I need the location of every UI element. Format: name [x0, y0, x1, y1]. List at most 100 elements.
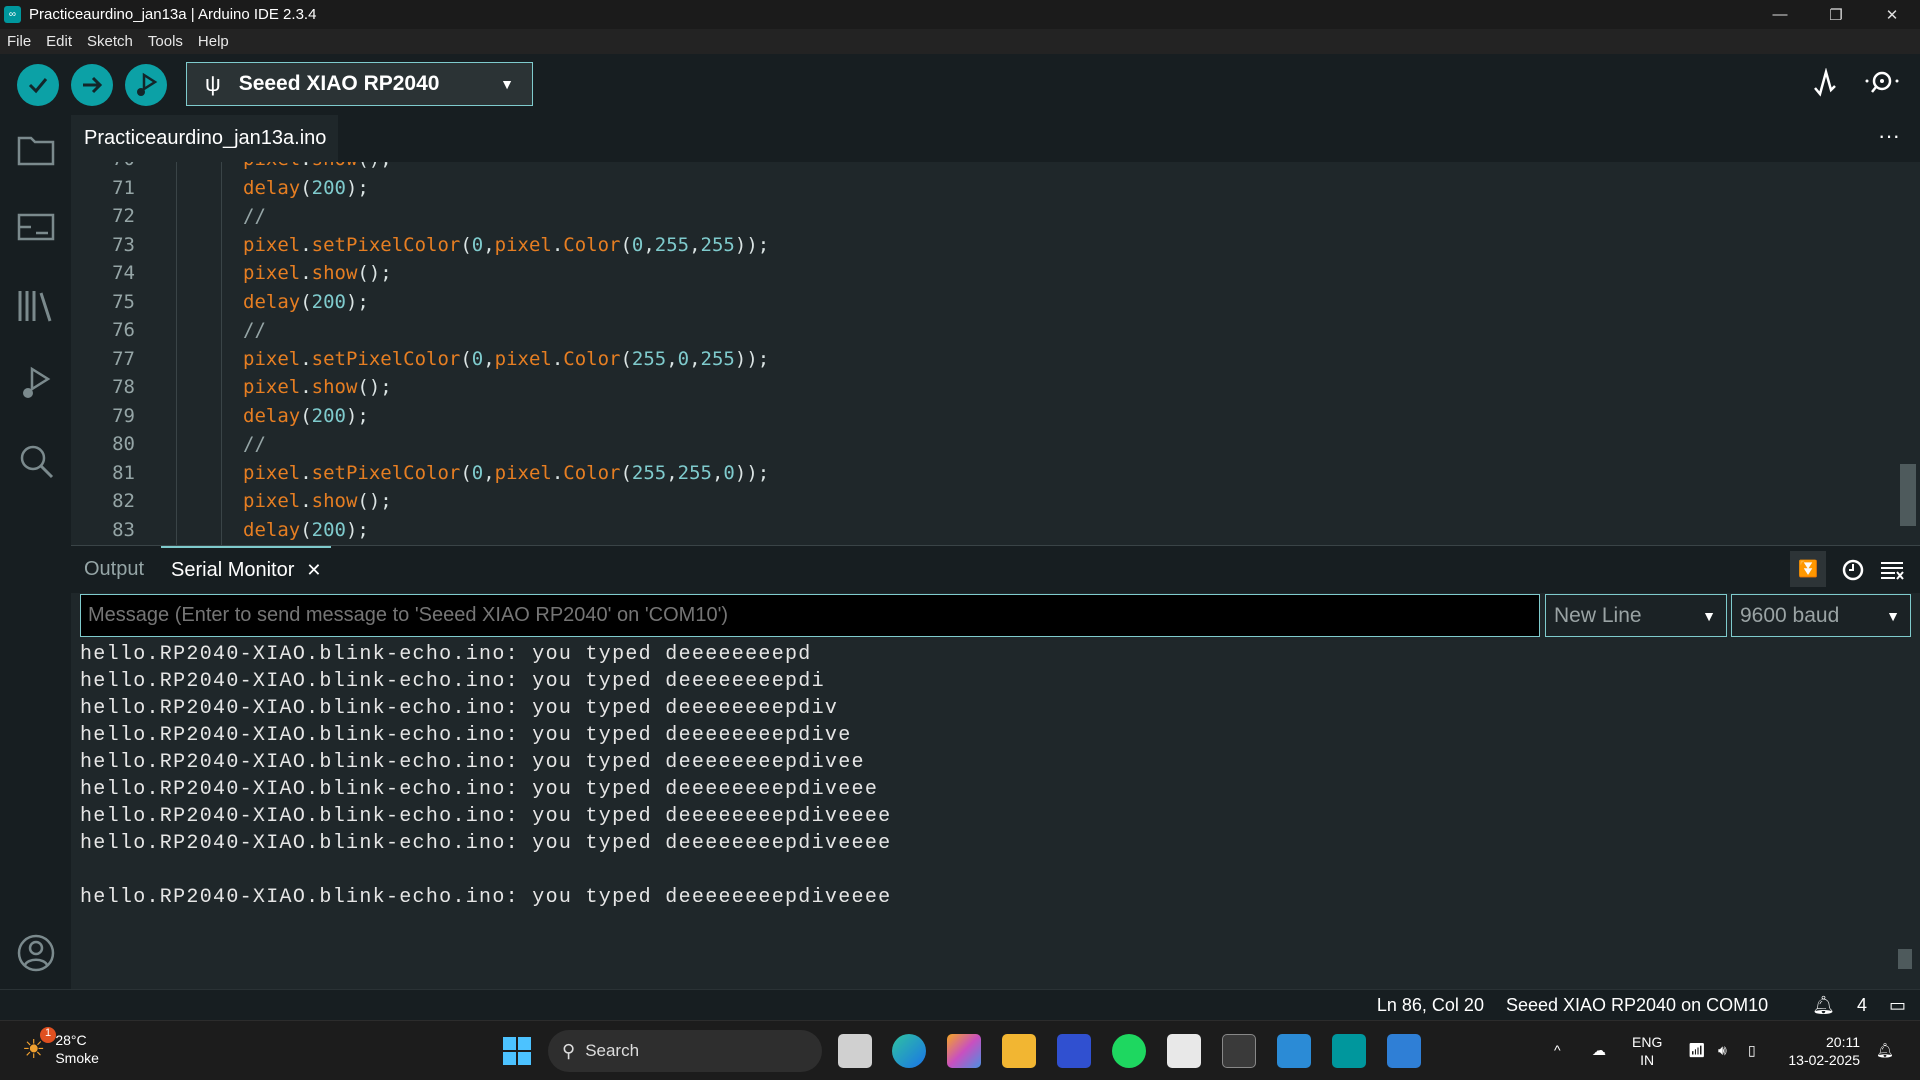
- serial-line: [80, 857, 891, 884]
- code-line: 73 pixel.setPixelColor(0,pixel.Color(0,25…: [71, 231, 1871, 259]
- code-line: 76 //: [71, 316, 1871, 344]
- tab-output[interactable]: Output: [84, 546, 144, 593]
- menu-help[interactable]: Help: [198, 33, 229, 50]
- minimize-button[interactable]: —: [1752, 0, 1808, 29]
- double-chevron-down-icon: ⏬: [1798, 561, 1818, 578]
- serial-line: hello.RP2040-XIAO.blink-echo.ino: you ty…: [80, 697, 839, 720]
- time: 20:11: [1826, 1034, 1860, 1050]
- board-port-status[interactable]: Seeed XIAO RP2040 on COM10: [1506, 995, 1768, 1016]
- menu-sketch[interactable]: Sketch: [87, 33, 133, 50]
- autoscroll-toggle[interactable]: ⏬: [1790, 551, 1826, 587]
- verify-button[interactable]: [17, 64, 59, 106]
- editor-tabs: Practiceaurdino_jan13a.ino ···: [71, 115, 1920, 162]
- line-number: 77: [112, 348, 135, 370]
- folder-icon[interactable]: [16, 130, 56, 170]
- baud-rate-select[interactable]: 9600 baud ▼: [1731, 594, 1911, 637]
- taskbar-search[interactable]: ⚲ Search: [548, 1030, 822, 1072]
- serial-monitor-icon[interactable]: [1862, 68, 1902, 98]
- code-text: //: [243, 319, 266, 341]
- file-explorer-icon[interactable]: [1002, 1034, 1036, 1068]
- copilot-icon[interactable]: [947, 1034, 981, 1068]
- board-selector[interactable]: ψ Seeed XIAO RP2040 ▼: [186, 62, 533, 106]
- code-editor[interactable]: 70 pixel.show(); 71 delay(200); 72 // 73 pixel.…: [71, 162, 1920, 545]
- line-number: 70: [71, 162, 135, 173]
- windows-start-icon[interactable]: [503, 1037, 531, 1065]
- photos-icon[interactable]: [1387, 1034, 1421, 1068]
- weather-widget[interactable]: ☀ 1 28°C Smoke: [22, 1027, 99, 1067]
- toggle-panel-icon[interactable]: ▭: [1889, 995, 1906, 1016]
- debug-button[interactable]: [125, 64, 167, 106]
- line-ending-select[interactable]: New Line ▼: [1545, 594, 1727, 637]
- profile-icon[interactable]: [16, 933, 56, 973]
- search-label: Search: [585, 1041, 640, 1060]
- clock[interactable]: 20:11 13-02-2025: [1784, 1033, 1860, 1069]
- bottom-panel: Output Serial Monitor ✕ ⏬ New Line ▼ 960…: [71, 545, 1920, 989]
- terminal-icon[interactable]: [1222, 1034, 1256, 1068]
- debug-icon[interactable]: [16, 363, 56, 403]
- menu-tools[interactable]: Tools: [148, 33, 183, 50]
- library-icon[interactable]: [16, 285, 56, 325]
- code-line: 82 pixel.show();: [71, 487, 1871, 515]
- microsoft-store-icon[interactable]: [1167, 1034, 1201, 1068]
- code-text: pixel.setPixelColor(0,pixel.Color(255,25…: [243, 462, 770, 484]
- serial-message-input[interactable]: [80, 594, 1540, 637]
- code-line: 78 pixel.show();: [71, 373, 1871, 401]
- notification-center-icon[interactable]: 🔔︎: [1876, 1041, 1894, 1059]
- menu-file[interactable]: File: [7, 33, 31, 50]
- serial-output: hello.RP2040-XIAO.blink-echo.ino: you ty…: [80, 641, 891, 911]
- tab-serial-monitor[interactable]: Serial Monitor ✕: [161, 546, 332, 593]
- serial-plotter-icon[interactable]: [1812, 68, 1842, 98]
- tab-sketch-file[interactable]: Practiceaurdino_jan13a.ino: [71, 115, 338, 162]
- edge-icon[interactable]: [892, 1034, 926, 1068]
- search-icon[interactable]: [16, 441, 56, 481]
- code-text: pixel.show();: [243, 262, 392, 284]
- cursor-position[interactable]: Ln 86, Col 20: [1377, 995, 1484, 1016]
- more-options-icon[interactable]: ···: [1878, 123, 1900, 149]
- status-bar: Ln 86, Col 20 Seeed XIAO RP2040 on COM10…: [0, 989, 1920, 1020]
- code-line: 75 delay(200);: [71, 288, 1871, 316]
- line-number: 79: [112, 405, 135, 427]
- wifi-icon[interactable]: 📶︎: [1688, 1041, 1706, 1059]
- editor-scrollbar[interactable]: [1900, 464, 1916, 526]
- panel-tabs: Output Serial Monitor ✕ ⏬: [71, 546, 1920, 593]
- boards-manager-icon[interactable]: [16, 207, 56, 247]
- check-icon: [28, 78, 48, 94]
- code-line: 71 delay(200);: [71, 174, 1871, 202]
- notifications-button[interactable]: 🔔︎ 4: [1790, 995, 1867, 1016]
- volume-icon[interactable]: 🔊︎: [1718, 1041, 1727, 1059]
- show-hidden-icons-icon[interactable]: ^: [1554, 1041, 1561, 1059]
- arrow-right-icon: [83, 76, 103, 94]
- line-number: 81: [112, 462, 135, 484]
- line-number: 72: [112, 205, 135, 227]
- bell-icon: 🔔︎: [1812, 994, 1835, 1015]
- onedrive-icon[interactable]: ☁: [1592, 1041, 1606, 1059]
- vscode-icon[interactable]: [1277, 1034, 1311, 1068]
- line-ending-value: New Line: [1554, 603, 1642, 627]
- app-icon[interactable]: [1057, 1034, 1091, 1068]
- line-number: 83: [112, 519, 135, 541]
- close-window-button[interactable]: ✕: [1864, 0, 1920, 29]
- upload-button[interactable]: [71, 64, 113, 106]
- serial-line: hello.RP2040-XIAO.blink-echo.ino: you ty…: [80, 751, 865, 774]
- menu-edit[interactable]: Edit: [46, 33, 72, 50]
- serial-line: hello.RP2040-XIAO.blink-echo.ino: you ty…: [80, 886, 892, 909]
- close-icon[interactable]: ✕: [306, 560, 321, 581]
- sidebar: [0, 115, 71, 989]
- code-line: 72 //: [71, 202, 1871, 230]
- arduino-ide-taskbar-icon[interactable]: [1332, 1034, 1366, 1068]
- clear-output-icon[interactable]: [1879, 558, 1905, 582]
- restore-button[interactable]: ❐: [1808, 0, 1864, 29]
- code-text: //: [243, 205, 266, 227]
- spotify-icon[interactable]: [1112, 1034, 1146, 1068]
- board-name: Seeed XIAO RP2040: [238, 72, 440, 95]
- language-indicator[interactable]: ENG IN: [1632, 1033, 1662, 1069]
- code-text: pixel.setPixelColor(0,pixel.Color(0,255,…: [243, 234, 770, 256]
- code-text: pixel.show();: [243, 490, 392, 512]
- task-view-icon[interactable]: [838, 1034, 872, 1068]
- serial-scrollbar[interactable]: [1898, 949, 1912, 969]
- code-line: 83 delay(200);: [71, 516, 1871, 544]
- battery-icon[interactable]: ▯: [1748, 1041, 1756, 1059]
- code-text: pixel.setPixelColor(0,pixel.Color(255,0,…: [243, 348, 770, 370]
- timestamp-clock-icon[interactable]: [1841, 558, 1865, 582]
- serial-line: hello.RP2040-XIAO.blink-echo.ino: you ty…: [80, 805, 892, 828]
